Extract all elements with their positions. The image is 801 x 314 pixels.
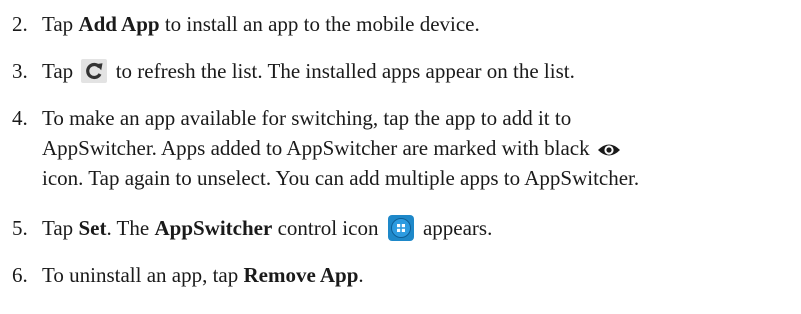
step-number: 5. <box>12 216 28 240</box>
step-text-after: . <box>358 263 364 287</box>
step-text-line-1: To make an app available for switching, … <box>42 106 572 130</box>
step-text-mid-2: control icon <box>272 216 384 240</box>
step-3: 3. Tap to refresh the list. The installe… <box>12 56 797 86</box>
step-number: 3. <box>12 59 28 83</box>
step-2: 2. Tap Add App to install an app to the … <box>12 9 797 39</box>
step-text: Tap Set. The AppSwitcher control icon ap… <box>42 213 797 243</box>
step-text-after: to install an app to the mobile device. <box>159 12 480 36</box>
step-text-before: To uninstall an app, tap <box>42 263 244 287</box>
step-text-after: appears. <box>417 216 493 240</box>
step-text-before: Tap <box>42 12 79 36</box>
step-text-mid: . The <box>106 216 155 240</box>
step-text: Tap Add App to install an app to the mob… <box>42 9 797 39</box>
step-text-line-2: AppSwitcher. Apps added to AppSwitcher a… <box>42 133 797 163</box>
appswitcher-label: AppSwitcher <box>154 216 273 240</box>
step-text-line-2-before: AppSwitcher. Apps added to AppSwitcher a… <box>42 136 595 160</box>
refresh-icon <box>81 59 108 84</box>
step-number: 6. <box>12 263 28 287</box>
step-text-before: Tap <box>42 216 79 240</box>
step-text-line-3: icon. Tap again to unselect. You can add… <box>42 166 640 190</box>
step-number: 4. <box>12 106 28 130</box>
step-number: 2. <box>12 12 28 36</box>
step-text-after: to refresh the list. The installed apps … <box>110 59 575 83</box>
remove-app-label: Remove App <box>243 263 359 287</box>
eye-icon <box>597 138 621 158</box>
step-text-before: Tap <box>42 59 79 83</box>
step-5: 5. Tap Set. The AppSwitcher control icon… <box>12 213 797 243</box>
set-label: Set <box>78 216 107 240</box>
add-app-label: Add App <box>78 12 160 36</box>
step-text: To uninstall an app, tap Remove App. <box>42 260 797 290</box>
step-4: 4. To make an app available for switchin… <box>12 103 797 193</box>
step-text: Tap to refresh the list. The installed a… <box>42 56 797 86</box>
appswitcher-icon <box>387 215 414 242</box>
step-6: 6. To uninstall an app, tap Remove App. <box>12 260 797 290</box>
